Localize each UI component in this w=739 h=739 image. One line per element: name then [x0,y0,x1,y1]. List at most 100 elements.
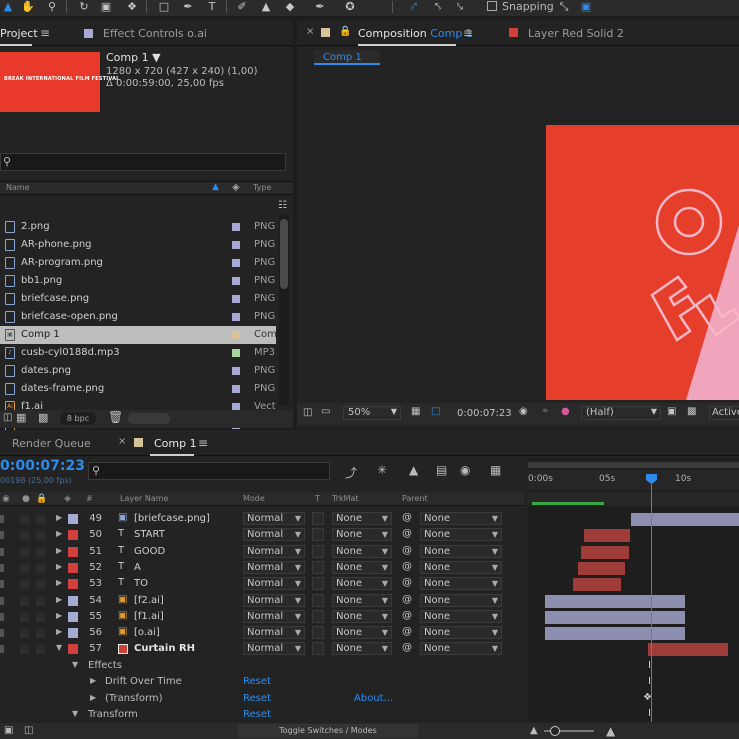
layer-name[interactable]: [f1.ai] [134,611,164,622]
tab-layer[interactable]: Layer Red Solid 2 [528,27,624,40]
show-snapshot-icon[interactable]: ⚭ [541,406,549,417]
preserve-transparency-toggle[interactable] [312,560,324,574]
file-label-swatch[interactable] [232,223,240,231]
solo-toggle[interactable] [20,563,29,573]
video-toggle[interactable] [0,580,4,589]
fit-frame-icon[interactable]: ▦ [411,406,420,417]
pan-behind-tool-icon[interactable]: ❖ [124,0,140,14]
shy-layers-icon[interactable]: ▲ [409,463,418,477]
file-label-swatch[interactable] [232,367,240,375]
layer-row[interactable]: ▶ 52 T A Normal ▼ None ▼ @ None ▼ [0,560,524,576]
col-name[interactable]: Name [6,183,30,192]
zoom-dropdown[interactable]: 50% ▼ [343,406,401,420]
layer-name[interactable]: START [134,529,165,540]
parent-dropdown[interactable]: None ▼ [420,528,502,542]
color-channels-icon[interactable]: ● [561,406,570,417]
file-label-swatch[interactable] [232,313,240,321]
transparency-grid-icon[interactable]: ▩ [687,406,696,417]
layer-switches-icon[interactable]: ▣ [4,725,13,736]
reset-link[interactable]: Reset [243,676,271,687]
project-scrollbar[interactable] [279,215,289,405]
video-toggle[interactable] [0,612,4,621]
world-axis-mode-icon[interactable]: ⤣ [430,0,446,14]
track-matte-dropdown[interactable]: None ▼ [332,528,392,542]
tab-effect-controls[interactable]: Effect Controls o.ai [103,27,207,40]
trash-icon[interactable]: 🗑 [108,410,123,424]
snap-options-icon[interactable]: ⤡ [556,0,572,14]
preserve-transparency-toggle[interactable] [312,577,324,591]
property-row[interactable]: ▶ Drift Over Time Reset [0,674,524,690]
layer-label-swatch[interactable] [68,562,78,573]
lock-icon[interactable]: 🔒 [36,494,47,504]
layer-row[interactable]: ▶ 49 ▣ [briefcase.png] Normal ▼ None ▼ @ None ▼ [0,511,524,527]
zoom-tool-icon[interactable]: ⚲ [44,0,60,14]
layer-label-swatch[interactable] [68,611,78,622]
monitor-icon[interactable]: ▭ [321,406,330,417]
work-area-bar[interactable] [528,462,739,468]
solo-toggle[interactable] [20,580,29,590]
solo-toggle[interactable] [20,596,29,606]
lock-toggle[interactable] [36,629,45,639]
file-list-item[interactable]: AR-phone.png PNG [0,236,276,254]
type-tool-icon[interactable]: T [204,0,220,14]
parent-pickwhip-icon[interactable]: @ [402,626,412,637]
col-trkmat[interactable]: TrkMat [332,494,359,503]
col-mode[interactable]: Mode [243,494,265,503]
viewer-timecode[interactable]: 0:00:07:23 [457,408,512,419]
layer-row[interactable]: ▶ 51 T GOOD Normal ▼ None ▼ @ None ▼ [0,544,524,560]
solo-toggle[interactable] [20,645,29,655]
video-toggle[interactable] [0,563,4,572]
lock-toggle[interactable] [36,612,45,622]
file-list-item[interactable]: bb1.png PNG [0,272,276,290]
panel-menu-icon[interactable]: ≡ [40,26,50,40]
layer-row[interactable]: ▼ 57 Curtain RH Normal ▼ None ▼ @ None ▼ [0,641,524,657]
layer-label-swatch[interactable] [68,644,78,655]
time-ruler[interactable]: 0:00s 05s 10s [528,470,739,490]
lock-toggle[interactable] [36,547,45,557]
file-label-swatch[interactable] [232,349,240,357]
video-toggle[interactable] [0,629,4,638]
expand-open-icon[interactable]: ▼ [72,660,78,669]
file-list-item[interactable]: 2.png PNG [0,218,276,236]
fast-previews-icon[interactable]: ▣ [667,406,676,417]
track-matte-dropdown[interactable]: None ▼ [332,642,392,656]
eraser-tool-icon[interactable]: ◆ [282,0,298,14]
solo-toggle[interactable] [20,531,29,541]
parent-dropdown[interactable]: None ▼ [420,593,502,607]
video-toggle[interactable] [0,596,4,605]
layer-row[interactable]: ▶ 53 T TO Normal ▼ None ▼ @ None ▼ [0,576,524,592]
solo-toggle[interactable] [20,629,29,639]
parent-dropdown[interactable]: None ▼ [420,512,502,525]
layer-row[interactable]: ▶ 56 ▣ [o.ai] Normal ▼ None ▼ @ None ▼ [0,625,524,641]
blend-mode-dropdown[interactable]: Normal ▼ [243,560,305,574]
expand-closed-icon[interactable]: ▶ [56,546,62,555]
lock-toggle[interactable] [36,515,45,524]
view-axis-mode-icon[interactable]: ⤥ [452,0,468,14]
layer-label-swatch[interactable] [68,579,78,590]
blend-mode-dropdown[interactable]: Normal ▼ [243,544,305,558]
layer-duration-bar[interactable] [631,513,739,526]
about-link[interactable]: About... [354,693,393,704]
property-row[interactable]: ▼ Effects [0,658,524,674]
parent-dropdown[interactable]: None ▼ [420,577,502,591]
layer-name[interactable]: Curtain RH [134,643,195,654]
expand-closed-icon[interactable]: ▶ [56,578,62,587]
puppet-tool-icon[interactable]: ✪ [342,0,358,14]
layer-name[interactable]: [o.ai] [134,627,160,638]
expand-open-icon[interactable]: ▼ [56,643,62,652]
layer-duration-bar[interactable] [581,545,629,559]
label-tag-icon[interactable]: ◈ [64,494,71,504]
close-icon[interactable]: × [306,26,314,37]
preserve-transparency-toggle[interactable] [312,626,324,640]
expand-closed-icon[interactable]: ▶ [90,676,96,685]
preserve-transparency-toggle[interactable] [312,528,324,542]
video-toggle[interactable] [0,645,4,654]
lock-icon[interactable]: 🔒 [339,26,351,37]
scrollbar-thumb[interactable] [280,219,288,289]
parent-pickwhip-icon[interactable]: @ [402,545,412,556]
label-tag-icon[interactable]: ◈ [232,182,240,193]
clone-stamp-tool-icon[interactable]: ▲ [258,0,274,14]
parent-pickwhip-icon[interactable]: @ [402,610,412,621]
parent-pickwhip-icon[interactable]: @ [402,512,412,523]
roto-brush-tool-icon[interactable]: ✒ [312,0,328,14]
